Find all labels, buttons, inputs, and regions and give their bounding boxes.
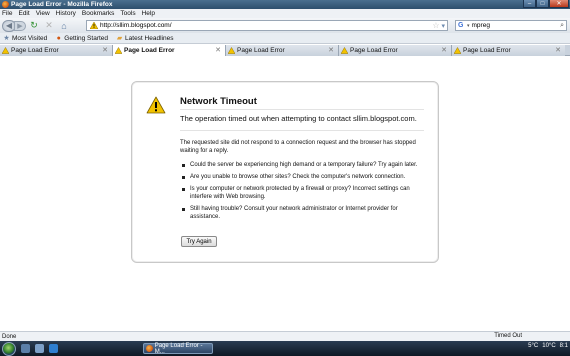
start-button[interactable]: [2, 341, 16, 356]
close-tab-icon[interactable]: ✕: [328, 46, 334, 54]
window-title: Page Load Error - Mozilla Firefox: [11, 1, 113, 8]
tab-label: Page Load Error: [124, 47, 175, 54]
warning-icon: [454, 47, 461, 54]
search-icon[interactable]: ⌕: [560, 22, 564, 30]
error-long-description: The requested site did not respond to a …: [180, 139, 424, 225]
tab-5[interactable]: Page Load Error ✕: [452, 45, 565, 56]
menu-tools[interactable]: Tools: [120, 10, 135, 17]
status-text: Done: [2, 333, 17, 340]
page-content: Network Timeout The operation timed out …: [0, 57, 570, 331]
tab-label: Page Load Error: [237, 47, 285, 54]
suggestion-list: Could the server be experiencing high de…: [180, 161, 424, 221]
list-item: Still having trouble? Consult your netwo…: [180, 205, 424, 221]
url-bar[interactable]: ☆ ▾: [86, 20, 448, 31]
tab-1[interactable]: Page Load Error ✕: [0, 45, 113, 56]
warning-icon: [341, 47, 348, 54]
tab-label: Page Load Error: [11, 47, 59, 54]
clock[interactable]: 8:1: [560, 343, 568, 349]
tab-label: Page Load Error: [350, 47, 398, 54]
windows-taskbar: Page Load Error - M... 5°C 10°C 8:1: [0, 341, 570, 356]
menu-bookmarks[interactable]: Bookmarks: [82, 10, 115, 17]
bookmark-getting-started[interactable]: ● Getting Started: [55, 35, 108, 42]
back-forward-group: ◀ ▶: [2, 19, 26, 32]
search-engine-dropdown-icon[interactable]: ▾: [467, 23, 470, 29]
stop-button[interactable]: ✕: [42, 20, 56, 32]
home-button[interactable]: ⌂: [57, 20, 71, 32]
star-folder-icon: ★: [3, 35, 10, 42]
navigation-toolbar: ◀ ▶ ↻ ✕ ⌂ ☆ ▾ G ▾ ⌕: [0, 18, 570, 33]
try-again-button[interactable]: Try Again: [181, 236, 217, 247]
menu-bar: File Edit View History Bookmarks Tools H…: [0, 9, 570, 18]
firefox-icon: [2, 1, 9, 8]
warning-icon: [2, 47, 9, 54]
rss-folder-icon: ▰: [116, 35, 123, 42]
error-page-container: Network Timeout The operation timed out …: [131, 81, 439, 263]
bookmark-most-visited[interactable]: ★ Most Visited: [3, 34, 48, 43]
search-bar[interactable]: G ▾ ⌕: [455, 20, 567, 31]
bookmark-label: Getting Started: [64, 34, 109, 42]
maximize-button[interactable]: □: [536, 0, 549, 8]
minimize-button[interactable]: –: [523, 0, 536, 8]
error-intro: The requested site did not respond to a …: [180, 140, 416, 154]
menu-help[interactable]: Help: [142, 10, 155, 17]
status-right-text: Timed Out: [494, 333, 522, 339]
firefox-icon: ●: [56, 34, 61, 42]
list-item: Could the server be experiencing high de…: [180, 161, 424, 169]
tab-2[interactable]: Page Load Error ✕: [113, 45, 226, 56]
menu-file[interactable]: File: [2, 10, 12, 17]
close-tab-icon[interactable]: ✕: [102, 46, 108, 54]
window-controls: – □ ✕: [523, 0, 569, 8]
weather-temp-2: 10°C: [542, 343, 556, 349]
tab-bar: Page Load Error ✕ Page Load Error ✕ Page…: [0, 45, 570, 56]
warning-icon: [228, 47, 235, 54]
warning-icon: [146, 96, 166, 114]
menu-edit[interactable]: Edit: [18, 10, 29, 17]
firefox-icon: [146, 345, 153, 352]
bookmark-label: Latest Headlines: [125, 34, 174, 42]
warning-icon: [89, 21, 98, 30]
dropdown-arrow-icon[interactable]: ▾: [441, 22, 445, 30]
weather-temp-1: 5°C: [528, 343, 539, 349]
bookmarks-toolbar: ★ Most Visited ● Getting Started ▰ Lates…: [0, 33, 570, 44]
taskbar-firefox-task[interactable]: Page Load Error - M...: [143, 342, 213, 355]
menu-view[interactable]: View: [36, 10, 50, 17]
status-bar: Done Timed Out: [0, 331, 570, 341]
google-icon[interactable]: G: [458, 22, 466, 30]
show-desktop-icon[interactable]: [21, 344, 30, 353]
system-tray: 5°C 10°C 8:1: [524, 343, 568, 349]
warning-icon: [115, 47, 122, 54]
error-description: The operation timed out when attempting …: [180, 114, 417, 123]
list-item: Are you unable to browse other sites? Ch…: [180, 173, 424, 181]
tab-label: Page Load Error: [463, 47, 511, 54]
menu-history[interactable]: History: [56, 10, 76, 17]
switch-windows-icon[interactable]: [35, 344, 44, 353]
error-title: Network Timeout: [180, 96, 257, 107]
reload-button[interactable]: ↻: [27, 20, 41, 32]
close-tab-icon[interactable]: ✕: [555, 46, 561, 54]
close-window-button[interactable]: ✕: [549, 0, 569, 8]
browser-quicklaunch-icon[interactable]: [49, 344, 58, 353]
divider: [180, 130, 424, 131]
tab-3[interactable]: Page Load Error ✕: [226, 45, 339, 56]
search-input[interactable]: [471, 21, 561, 30]
bookmark-label: Most Visited: [12, 34, 48, 42]
tab-4[interactable]: Page Load Error ✕: [339, 45, 452, 56]
bookmark-latest-headlines[interactable]: ▰ Latest Headlines: [116, 34, 174, 43]
title-bar: Page Load Error - Mozilla Firefox – □ ✕: [0, 0, 570, 9]
forward-button[interactable]: ▶: [14, 20, 26, 31]
close-tab-icon[interactable]: ✕: [215, 46, 221, 54]
url-input[interactable]: [100, 21, 433, 30]
bookmark-star-icon[interactable]: ☆: [432, 21, 439, 30]
list-item: Is your computer or network protected by…: [180, 185, 424, 201]
divider: [180, 109, 424, 110]
close-tab-icon[interactable]: ✕: [441, 46, 447, 54]
task-label: Page Load Error - M...: [154, 342, 203, 355]
